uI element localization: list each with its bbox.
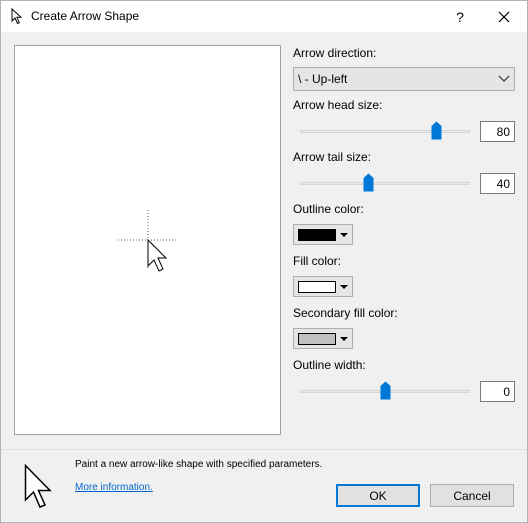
chevron-down-icon (498, 75, 510, 82)
dropdown-arrow-icon (340, 285, 348, 289)
close-button[interactable] (481, 1, 527, 32)
preview-canvas[interactable] (14, 45, 281, 435)
outline-width-label: Outline width: (293, 358, 366, 372)
slider-track (300, 182, 470, 185)
arrow-tail-size-slider[interactable] (296, 172, 474, 194)
dropdown-arrow-icon (340, 337, 348, 341)
close-icon (498, 11, 510, 22)
outline-color-swatch (298, 229, 336, 241)
arrow-head-size-label: Arrow head size: (293, 98, 383, 112)
fill-color-label: Fill color: (293, 254, 342, 268)
fill-color-button[interactable] (293, 276, 353, 297)
window-title: Create Arrow Shape (31, 9, 140, 23)
secondary-fill-color-label: Secondary fill color: (293, 306, 398, 320)
arrow-tail-size-label: Arrow tail size: (293, 150, 372, 164)
ok-button[interactable]: OK (336, 484, 420, 507)
title-bar: Create Arrow Shape ? (1, 1, 527, 32)
outline-color-label: Outline color: (293, 202, 364, 216)
arrow-direction-value: \ - Up-left (298, 72, 348, 86)
arrow-direction-label: Arrow direction: (293, 46, 377, 60)
secondary-fill-color-button[interactable] (293, 328, 353, 349)
more-information-link[interactable]: More information. (75, 482, 153, 493)
slider-thumb[interactable] (431, 121, 442, 140)
slider-thumb[interactable] (363, 173, 374, 192)
fill-color-swatch (298, 281, 336, 293)
help-button[interactable]: ? (439, 1, 481, 32)
outline-color-button[interactable] (293, 224, 353, 245)
slider-track (300, 130, 470, 133)
outline-width-input[interactable]: 0 (480, 381, 515, 402)
slider-thumb[interactable] (380, 381, 391, 400)
preview-drawing (118, 210, 178, 272)
create-arrow-dialog: Create Arrow Shape ? Arrow direction: \ … (0, 0, 528, 523)
description-text: Paint a new arrow-like shape with specif… (75, 459, 323, 470)
arrow-head-size-slider[interactable] (296, 120, 474, 142)
secondary-fill-color-swatch (298, 333, 336, 345)
arrow-direction-select[interactable]: \ - Up-left (293, 67, 515, 91)
outline-width-slider[interactable] (296, 380, 474, 402)
cancel-button[interactable]: Cancel (430, 484, 514, 507)
cursor-icon (11, 8, 23, 25)
cursor-icon (24, 464, 52, 508)
arrow-head-size-input[interactable]: 80 (480, 121, 515, 142)
arrow-tail-size-input[interactable]: 40 (480, 173, 515, 194)
arrow-cursor-icon (147, 238, 168, 272)
dropdown-arrow-icon (340, 233, 348, 237)
